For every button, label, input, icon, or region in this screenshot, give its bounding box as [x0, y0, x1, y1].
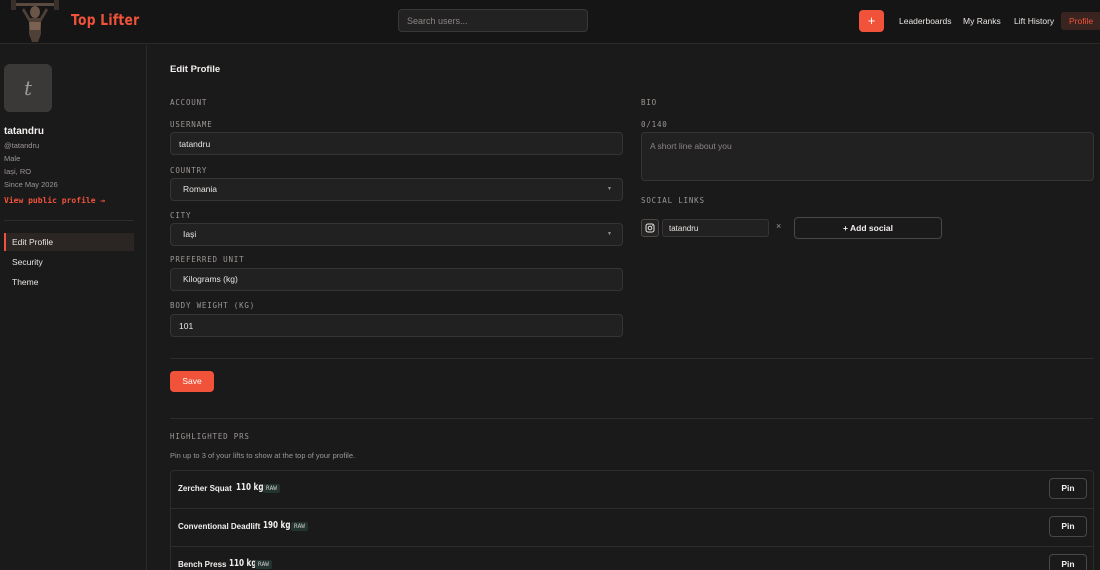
highlighted-prs-hint: Pin up to 3 of your lifts to show at the…	[170, 451, 356, 460]
page-title: Edit Profile	[170, 64, 221, 75]
social-links-label: SOCIAL LINKS	[641, 196, 705, 205]
pr-badge: RAW	[255, 560, 272, 569]
avatar: t	[4, 64, 52, 112]
pin-button[interactable]: Pin	[1049, 478, 1087, 499]
close-icon[interactable]: ×	[776, 221, 781, 231]
preferred-unit-select[interactable]: Kilograms (kg)	[170, 268, 623, 291]
account-section-label: ACCOUNT	[170, 98, 208, 107]
sidebar-item-theme[interactable]: Theme	[4, 273, 134, 291]
body-weight-label: BODY WEIGHT (KG)	[170, 301, 256, 310]
city-label: CITY	[170, 211, 192, 220]
body-weight-field[interactable]	[170, 314, 623, 337]
sidebar-divider	[4, 220, 134, 221]
pr-badge: RAW	[263, 484, 280, 493]
chevron-down-icon: ▼	[607, 231, 612, 237]
nav-profile[interactable]: Profile	[1061, 12, 1100, 30]
social-handle-field[interactable]	[662, 219, 769, 237]
brand-title[interactable]: Top Lifter	[71, 11, 139, 29]
view-public-profile-link[interactable]: View public profile →	[4, 196, 105, 205]
pr-row: Zercher Squat 110 kg RAW Pin	[171, 471, 1093, 509]
country-label: COUNTRY	[170, 166, 208, 175]
instagram-icon	[641, 219, 659, 237]
nav-lift-history[interactable]: Lift History	[1014, 12, 1054, 30]
pin-button[interactable]: Pin	[1049, 554, 1087, 570]
profile-handle: @tatandru	[4, 141, 40, 150]
preferred-unit-value: Kilograms (kg)	[183, 274, 238, 284]
pr-weight: 110 kg	[236, 482, 264, 493]
city-select[interactable]: Iași ▼	[170, 223, 623, 246]
city-value: Iași	[183, 229, 197, 239]
sidebar-item-edit-profile[interactable]: Edit Profile	[4, 233, 134, 251]
add-social-button[interactable]: + Add social	[794, 217, 942, 239]
pr-list: Zercher Squat 110 kg RAW Pin Conventiona…	[170, 470, 1094, 570]
preferred-unit-label: PREFERRED UNIT	[170, 255, 245, 264]
pr-lift-name: Conventional Deadlift	[178, 522, 261, 531]
highlighted-prs-label: HIGHLIGHTED PRS	[170, 432, 250, 441]
pr-row: Bench Press 110 kg RAW Pin	[171, 547, 1093, 570]
divider	[170, 358, 1094, 359]
pr-lift-name: Zercher Squat	[178, 484, 232, 493]
profile-gender: Male	[4, 154, 21, 163]
pr-badge: RAW	[291, 522, 308, 531]
country-select[interactable]: Romania ▼	[170, 178, 623, 201]
divider	[170, 418, 1094, 419]
nav-my-ranks[interactable]: My Ranks	[963, 12, 1001, 30]
pr-weight: 190 kg	[263, 520, 291, 531]
search-input[interactable]	[398, 9, 588, 32]
username-label: USERNAME	[170, 120, 213, 129]
top-bar: Top Lifter + Leaderboards My Ranks Lift …	[0, 0, 1100, 44]
bio-section-label: BIO	[641, 98, 657, 107]
country-value: Romania	[183, 184, 218, 194]
profile-since: Since May 2026	[4, 180, 58, 189]
nav-leaderboards[interactable]: Leaderboards	[899, 12, 951, 30]
sidebar: t tatandru @tatandru Male Iași, RO Since…	[0, 45, 147, 570]
profile-location: Iași, RO	[4, 167, 32, 176]
pin-button[interactable]: Pin	[1049, 516, 1087, 537]
username-field[interactable]	[170, 132, 623, 155]
pr-weight: 110 kg	[229, 558, 257, 569]
lifter-logo[interactable]	[10, 0, 60, 42]
chevron-down-icon: ▼	[607, 186, 612, 192]
pr-lift-name: Bench Press	[178, 560, 227, 569]
add-lift-button[interactable]: +	[859, 10, 884, 32]
pr-row: Conventional Deadlift 190 kg RAW Pin	[171, 509, 1093, 547]
profile-name: tatandru	[4, 126, 44, 137]
bio-counter: 0/140	[641, 120, 668, 129]
bio-field[interactable]	[641, 132, 1094, 181]
save-button[interactable]: Save	[170, 371, 214, 392]
sidebar-item-security[interactable]: Security	[4, 253, 134, 271]
